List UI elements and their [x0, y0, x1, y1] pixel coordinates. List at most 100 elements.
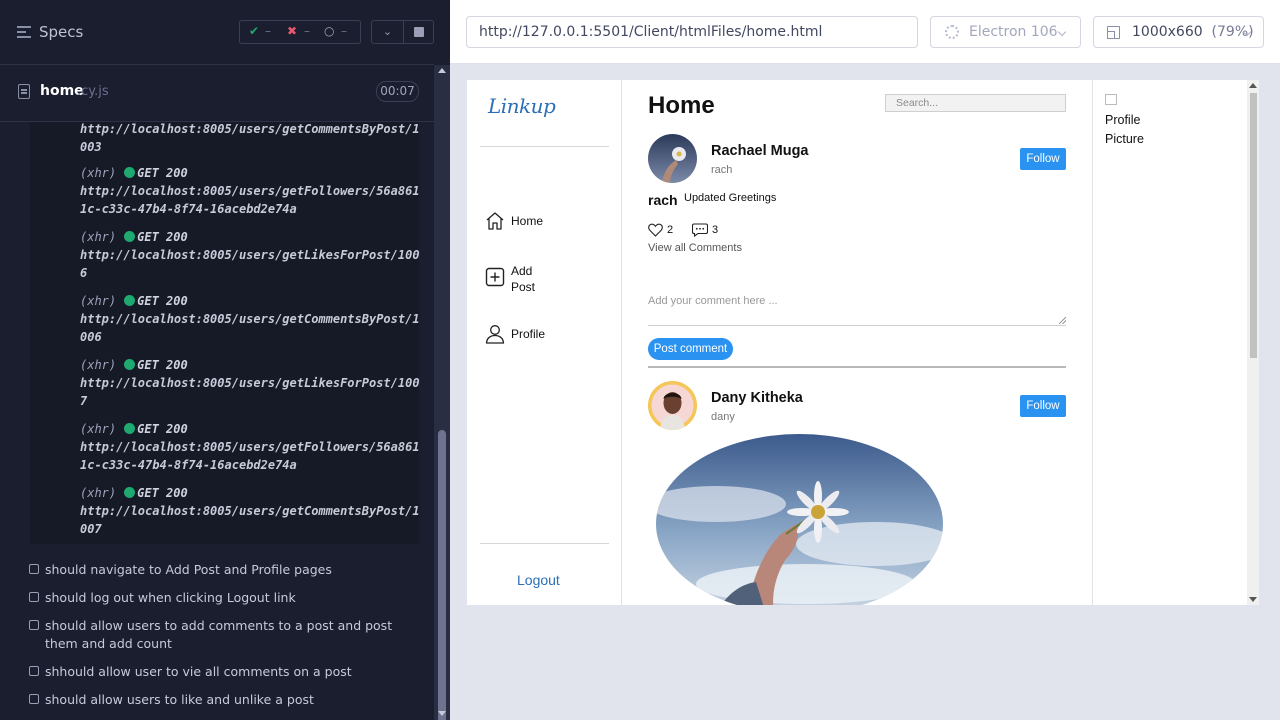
test-item[interactable]: should log out when clicking Logout link: [28, 589, 398, 607]
test-title: should navigate to Add Post and Profile …: [45, 562, 332, 577]
specs-list-icon[interactable]: [17, 26, 31, 38]
status-dot-icon: [124, 487, 136, 498]
log-type: (xhr): [80, 230, 117, 244]
file-icon: [18, 84, 30, 99]
test-title: should allow users to add comments to a …: [45, 618, 393, 651]
test-item[interactable]: shhould allow user to vie all comments o…: [28, 663, 398, 681]
spec-file-extension: .cy.js: [77, 84, 109, 99]
log-type: (xhr): [80, 486, 117, 500]
log-type: (xhr): [80, 358, 117, 372]
scrollbar-thumb[interactable]: [438, 430, 446, 720]
test-item[interactable]: should allow users to add comments to a …: [28, 617, 398, 653]
viewport-resize-icon: [1107, 26, 1120, 39]
specs-title[interactable]: Specs: [39, 23, 83, 41]
scroll-up-icon[interactable]: [1249, 83, 1257, 88]
log-url: http://localhost:8005/users/getCommentsB…: [80, 122, 419, 154]
comment-control[interactable]: 3: [692, 223, 718, 237]
nav-add-post-label: Add Post: [511, 264, 536, 294]
profile-icon: [485, 324, 505, 344]
viewport-selector[interactable]: 1000x660 (79%): [1093, 16, 1264, 48]
app-scrollbar[interactable]: [1247, 80, 1259, 605]
comment-textarea[interactable]: Add your comment here ...: [648, 286, 1066, 326]
scroll-up-icon[interactable]: [438, 68, 446, 73]
runner-scrollbar[interactable]: [434, 65, 450, 720]
log-entry[interactable]: (xhr) GET 200 http://localhost:8005/users…: [80, 420, 419, 474]
resize-grip-icon[interactable]: [1059, 317, 1066, 324]
command-log[interactable]: http://localhost:8005/users/getCommentsB…: [30, 122, 419, 544]
log-entry[interactable]: (xhr) GET 200 http://localhost:8005/users…: [80, 228, 419, 282]
log-url: http://localhost:8005/users/getLikesForP…: [80, 248, 419, 280]
right-panel: Profile Picture: [1092, 80, 1247, 605]
pending-checkbox-icon: [29, 592, 39, 602]
add-post-icon: [485, 267, 505, 287]
log-entry[interactable]: (xhr) GET 200 http://localhost:8005/users…: [80, 356, 419, 410]
feed: Home Search... Rachael Muga rach Follow …: [622, 80, 1092, 605]
log-entry[interactable]: (xhr) GET 200 http://localhost:8005/users…: [80, 484, 419, 538]
collapse-chevron-button[interactable]: ⌄: [371, 20, 404, 44]
browser-label: Electron 106: [969, 24, 1058, 40]
profile-picture-alt-text: Profile Picture: [1105, 113, 1144, 146]
status-dot-icon: [124, 231, 136, 242]
log-url: http://localhost:8005/users/getFollowers…: [80, 440, 419, 472]
browser-selector[interactable]: Electron 106: [930, 16, 1081, 48]
failed-count: –: [304, 24, 310, 38]
follow-button[interactable]: Follow: [1020, 148, 1066, 170]
failed-x-icon: ✖: [287, 24, 298, 38]
log-entry-partial[interactable]: http://localhost:8005/users/getCommentsB…: [80, 122, 419, 156]
aut-url-field[interactable]: http://127.0.0.1:5501/Client/htmlFiles/h…: [466, 16, 918, 48]
view-all-comments-link[interactable]: View all Comments: [648, 242, 742, 254]
post-divider: [648, 366, 1066, 368]
post-comment-button[interactable]: Post comment: [648, 338, 733, 360]
nav-home[interactable]: Home: [485, 211, 543, 231]
spec-duration-badge: 00:07: [376, 81, 419, 102]
profile-picture[interactable]: Profile Picture: [1105, 92, 1165, 149]
broken-image-icon: [1105, 94, 1117, 105]
test-title: should allow users to like and unlike a …: [45, 692, 314, 707]
avatar[interactable]: [648, 381, 697, 430]
avatar[interactable]: [648, 134, 697, 183]
test-item[interactable]: should navigate to Add Post and Profile …: [28, 561, 398, 579]
test-stats: ✔ – ✖ – ○ –: [239, 20, 361, 44]
post-author-name[interactable]: Dany Kitheka: [711, 390, 803, 406]
test-title: shhould allow user to vie all comments o…: [45, 664, 352, 679]
log-url: http://localhost:8005/users/getCommentsB…: [80, 504, 419, 536]
pending-checkbox-icon: [29, 666, 39, 676]
log-method: GET 200: [137, 294, 188, 308]
status-dot-icon: [124, 423, 136, 434]
log-method: GET 200: [137, 166, 188, 180]
log-url: http://localhost:8005/users/getCommentsB…: [80, 312, 419, 344]
nav-profile[interactable]: Profile: [485, 324, 545, 344]
log-entry[interactable]: (xhr) GET 200 http://localhost:8005/users…: [80, 292, 419, 346]
search-input[interactable]: Search...: [885, 94, 1066, 112]
like-control[interactable]: 2: [648, 223, 673, 237]
chevron-down-icon: [1057, 27, 1067, 37]
logout-link[interactable]: Logout: [517, 572, 560, 588]
app-under-test: Linkup Home Add Post Profile Logout Home…: [467, 80, 1259, 605]
log-entry[interactable]: (xhr) GET 200 http://localhost:8005/users…: [80, 164, 419, 218]
comment-bubble-icon: [692, 223, 708, 237]
pending-checkbox-icon: [29, 620, 39, 630]
scroll-down-icon[interactable]: [1249, 597, 1257, 602]
nav-add-post[interactable]: Add Post: [485, 261, 543, 295]
scroll-down-icon[interactable]: [438, 711, 446, 716]
linkup-logo[interactable]: Linkup: [488, 94, 556, 118]
follow-button[interactable]: Follow: [1020, 395, 1066, 417]
nav-home-label: Home: [511, 214, 544, 228]
test-item[interactable]: should allow users to like and unlike a …: [28, 691, 398, 709]
pending-spinner-icon: ○: [324, 24, 335, 38]
stop-button[interactable]: [403, 20, 434, 44]
pending-checkbox-icon: [29, 694, 39, 704]
test-title: should log out when clicking Logout link: [45, 590, 296, 605]
scrollbar-thumb[interactable]: [1250, 93, 1257, 358]
runner-header: Specs ✔ – ✖ – ○ – ⌄: [0, 0, 434, 65]
log-method: GET 200: [137, 486, 188, 500]
sidebar-divider: [480, 146, 609, 147]
log-type: (xhr): [80, 166, 117, 180]
post-author-handle: dany: [711, 411, 735, 423]
comment-placeholder: Add your comment here ...: [648, 295, 778, 307]
cypress-runner-panel: Specs ✔ – ✖ – ○ – ⌄ home .cy.js 00:07 ht…: [0, 0, 450, 720]
log-method: GET 200: [137, 230, 188, 244]
post-image[interactable]: [656, 434, 943, 605]
post-author-name[interactable]: Rachael Muga: [711, 143, 809, 159]
status-dot-icon: [124, 359, 136, 370]
